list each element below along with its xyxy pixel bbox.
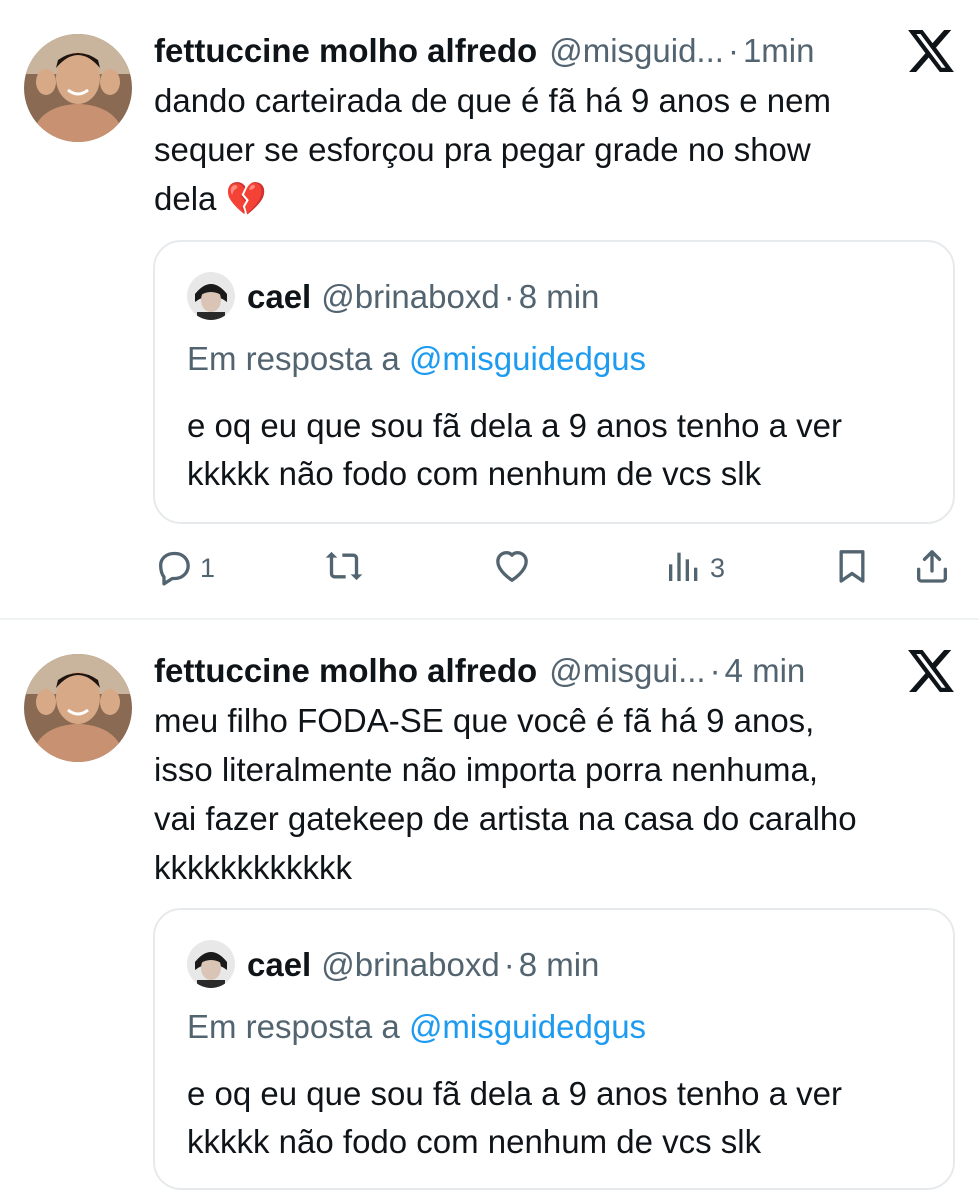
timestamp[interactable]: 4 min <box>725 648 806 694</box>
tweet-text: dando carteirada de que é fã há 9 anos e… <box>154 82 831 217</box>
reply-prefix: Em resposta a <box>187 1008 400 1045</box>
avatar[interactable] <box>187 940 235 988</box>
display-name[interactable]: fettuccine molho alfredo <box>154 28 537 74</box>
handle[interactable]: @brinaboxd <box>321 274 499 320</box>
avatar[interactable] <box>24 34 132 142</box>
avatar[interactable] <box>187 272 235 320</box>
views-count: 3 <box>710 552 726 583</box>
share-button[interactable] <box>912 546 952 590</box>
tweet-header: fettuccine molho alfredo @misguid... · 1… <box>154 28 894 74</box>
bookmark-icon <box>832 546 872 591</box>
quoted-tweet-text: e oq eu que sou fã dela a 9 anos tenho a… <box>187 1075 843 1160</box>
separator-dot: · <box>709 652 721 689</box>
bookmark-button[interactable] <box>832 546 872 590</box>
handle[interactable]: @misgui... <box>549 648 705 694</box>
tweet-header: fettuccine molho alfredo @misgui... · 4 … <box>154 648 894 694</box>
handle[interactable]: @brinaboxd <box>321 942 499 988</box>
separator-dot: · <box>503 278 515 315</box>
quoted-tweet-text: e oq eu que sou fã dela a 9 anos tenho a… <box>187 407 843 492</box>
mention-link[interactable]: @misguidedgus <box>409 340 646 377</box>
reply-context: Em resposta a @misguidedgus <box>187 336 646 382</box>
timestamp: 8 min <box>518 946 600 983</box>
share-icon <box>912 546 952 591</box>
views-button[interactable]: 3 <box>664 546 725 590</box>
timestamp: 8 min <box>518 278 600 315</box>
timestamp[interactable]: 1min <box>743 28 815 74</box>
quoted-tweet[interactable]: cael @brinaboxd · 8 min Em resposta a @m… <box>153 908 955 1190</box>
reply-button[interactable]: 1 <box>154 546 215 590</box>
display-name[interactable]: fettuccine molho alfredo <box>154 648 537 694</box>
repost-icon <box>324 546 364 591</box>
x-logo-icon <box>908 30 954 72</box>
quoted-tweet-header: cael @brinaboxd · 8 min <box>247 942 599 988</box>
action-bar: 1 3 <box>154 546 954 590</box>
heart-icon <box>492 546 532 591</box>
separator-dot: · <box>503 946 515 983</box>
display-name[interactable]: cael <box>247 274 311 320</box>
x-logo-icon <box>908 650 954 692</box>
tweet[interactable]: fettuccine molho alfredo @misgui... · 4 … <box>0 620 979 1200</box>
tweet-text: meu filho FODA-SE que você é fã há 9 ano… <box>154 702 857 886</box>
reply-icon <box>154 546 194 591</box>
reply-count: 1 <box>200 552 216 583</box>
avatar[interactable] <box>24 654 132 762</box>
reply-prefix: Em resposta a <box>187 340 400 377</box>
repost-button[interactable] <box>324 546 370 590</box>
separator-dot: · <box>727 32 739 69</box>
tweet[interactable]: fettuccine molho alfredo @misguid... · 1… <box>0 0 979 618</box>
handle[interactable]: @misguid... <box>549 28 724 74</box>
display-name[interactable]: cael <box>247 942 311 988</box>
quoted-tweet-header: cael @brinaboxd · 8 min <box>247 274 599 320</box>
mention-link[interactable]: @misguidedgus <box>409 1008 646 1045</box>
reply-context: Em resposta a @misguidedgus <box>187 1004 646 1050</box>
quoted-tweet[interactable]: cael @brinaboxd · 8 min Em resposta a @m… <box>153 240 955 524</box>
like-button[interactable] <box>492 546 538 590</box>
views-icon <box>664 546 704 591</box>
